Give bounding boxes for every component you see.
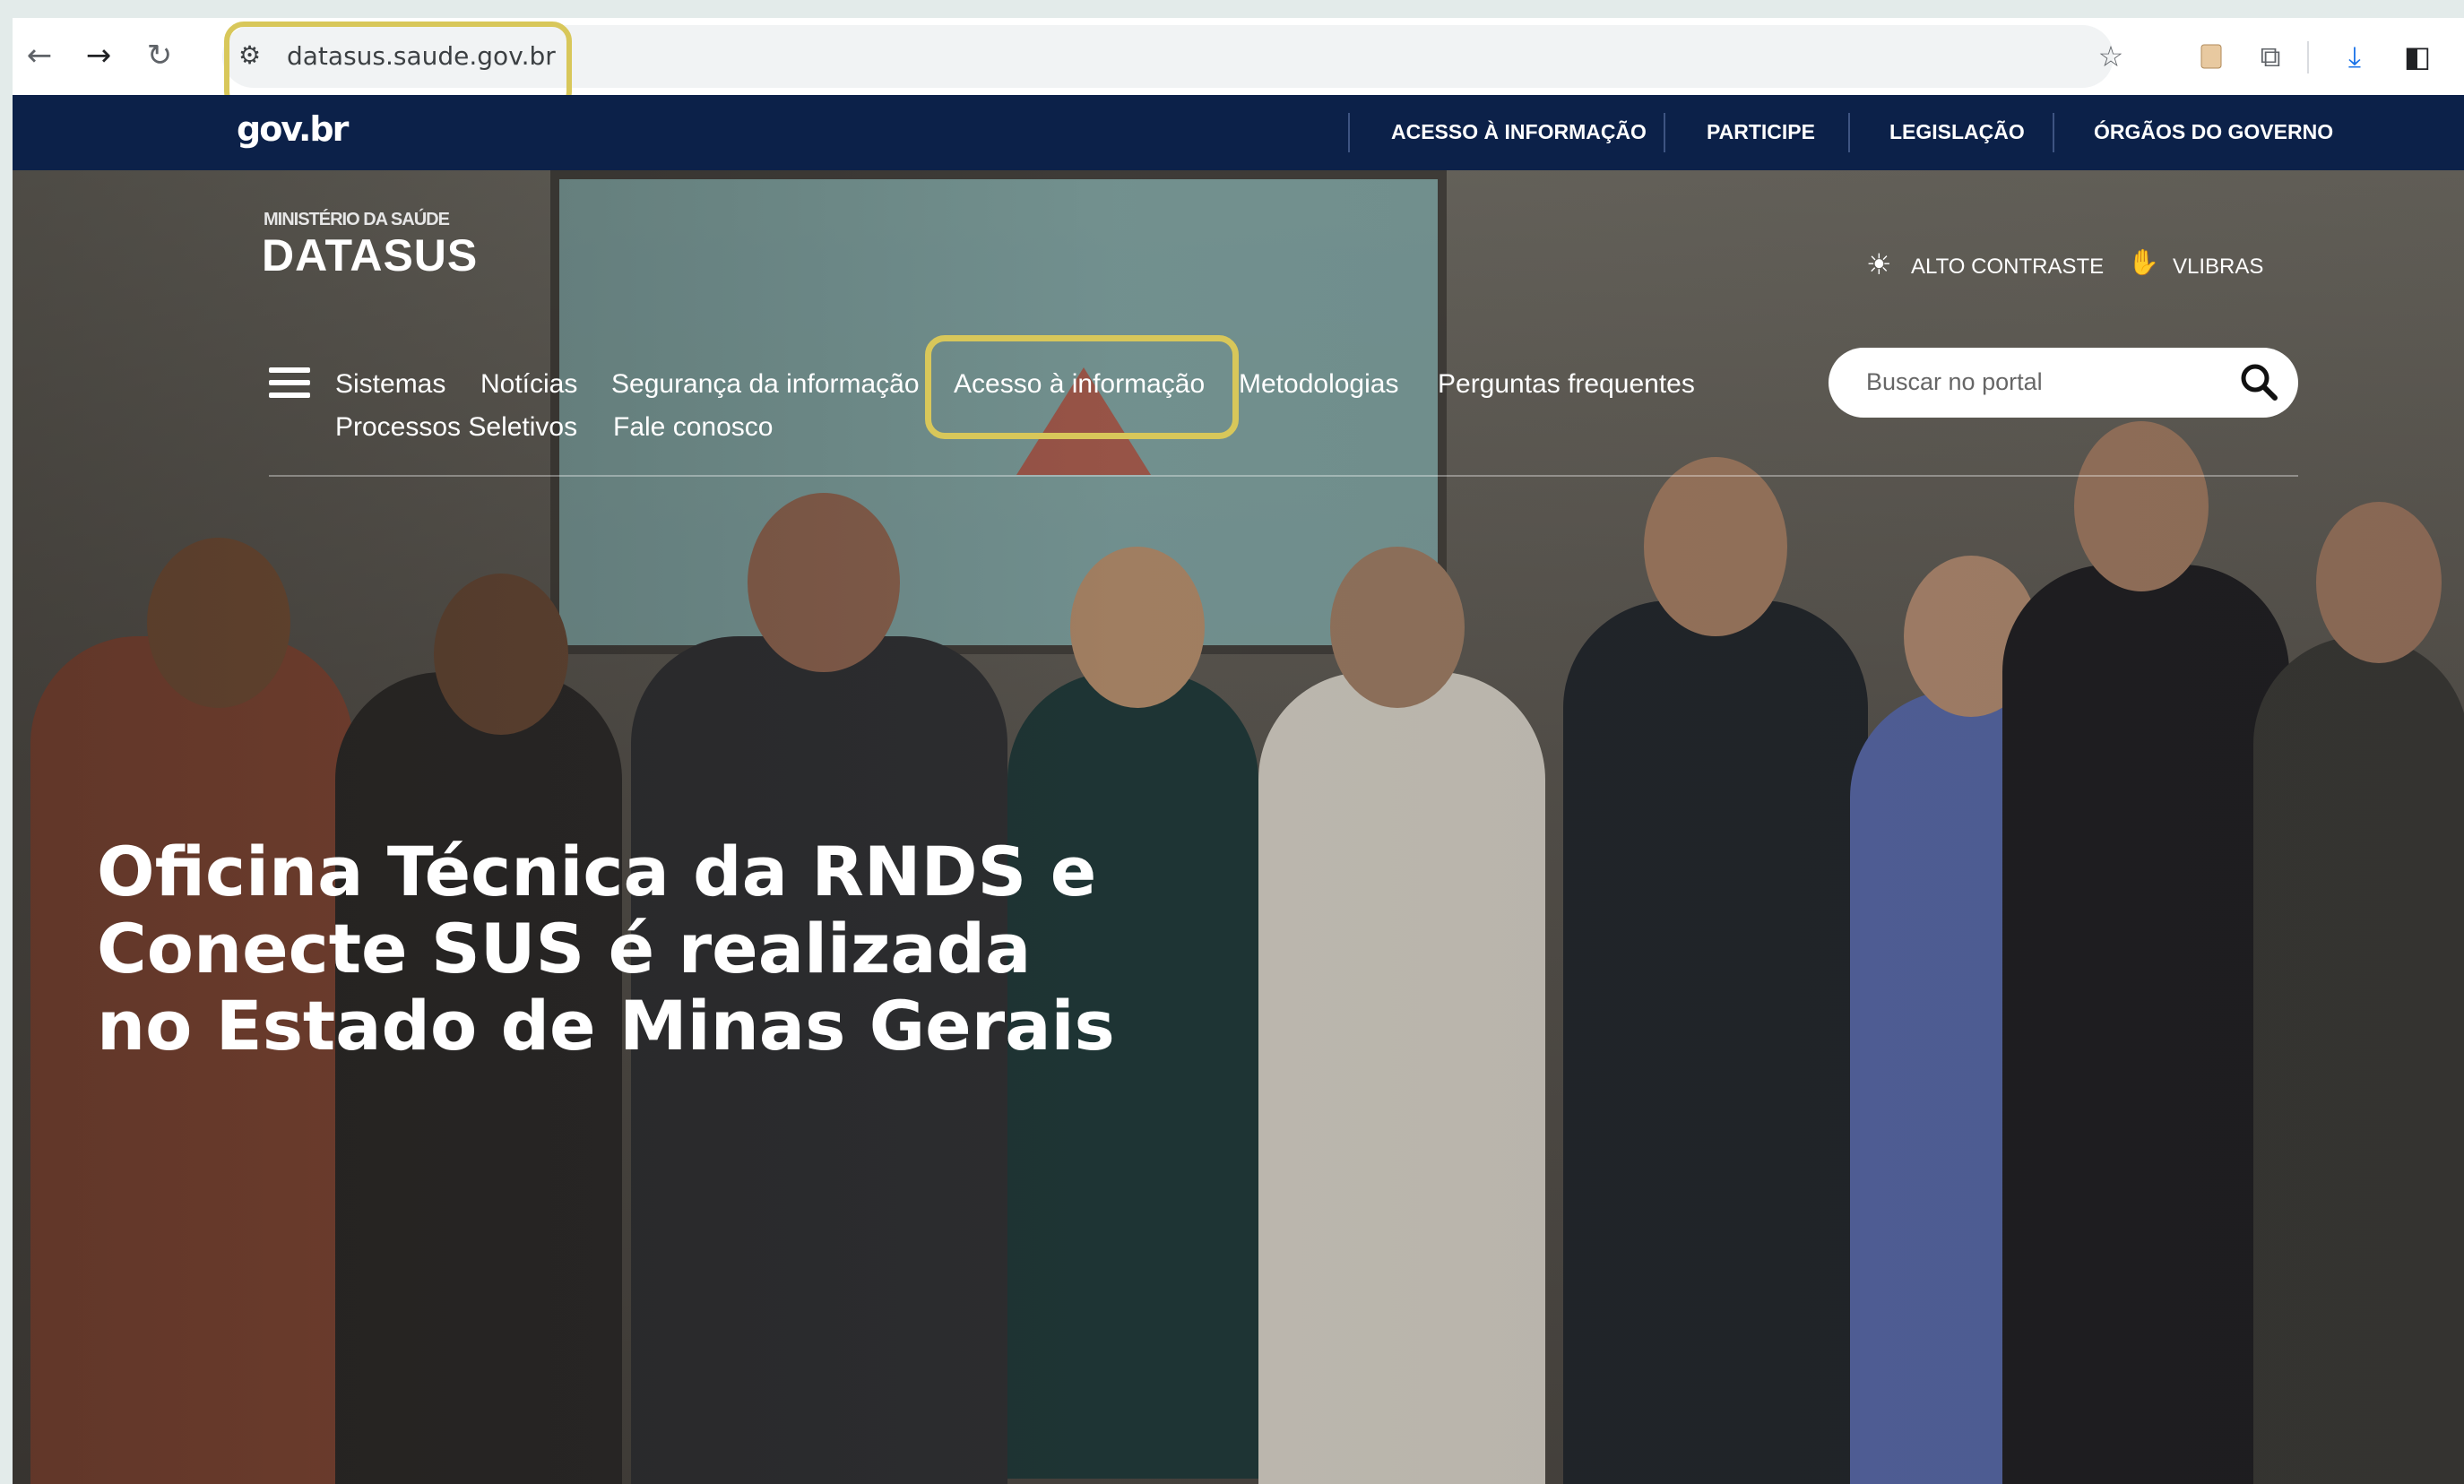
ministry-label: MINISTÉRIO DA SAÚDE xyxy=(264,210,450,229)
hero-headline[interactable]: Oficina Técnica da RNDS e Conecte SUS é … xyxy=(97,833,1137,1065)
govbar-separator xyxy=(1348,113,1350,152)
govbar-separator xyxy=(1664,113,1665,152)
govbar-link-acesso[interactable]: ACESSO À INFORMAÇÃO xyxy=(1391,120,1647,144)
govbar-link-legislacao[interactable]: LEGISLAÇÃO xyxy=(1889,120,2025,144)
contrast-icon[interactable]: ☀ xyxy=(1866,247,1892,281)
govbar-link-orgaos[interactable]: ÓRGÃOS DO GOVERNO xyxy=(2094,120,2333,144)
back-icon[interactable]: ← xyxy=(18,34,61,77)
bookmark-star-icon[interactable]: ☆ xyxy=(2090,36,2131,77)
govbr-logo[interactable]: gov.br xyxy=(237,109,349,149)
extension-avatar-icon[interactable] xyxy=(2191,36,2232,77)
govbar-separator xyxy=(2053,113,2054,152)
high-contrast-link[interactable]: ALTO CONTRASTE xyxy=(1911,255,2104,280)
menu-highlight-box xyxy=(925,335,1239,439)
menu-item-seguranca[interactable]: Segurança da informação xyxy=(611,369,920,400)
govbar-separator xyxy=(1848,113,1850,152)
browser-toolbar: ← → ↻ ⚙ datasus.saude.gov.br ☆ ⧉ ⤓ ◧ xyxy=(13,18,2464,111)
extensions-puzzle-icon[interactable]: ⧉ xyxy=(2250,36,2291,77)
search-box[interactable] xyxy=(1829,348,2298,418)
menu-item-noticias[interactable]: Notícias xyxy=(480,369,577,400)
extension-badge-icon xyxy=(2200,44,2222,69)
govbr-bar: gov.br ACESSO À INFORMAÇÃO PARTICIPE LEG… xyxy=(13,95,2464,170)
vlibras-link[interactable]: VLIBRAS xyxy=(2173,255,2263,280)
menu-item-metodologias[interactable]: Metodologias xyxy=(1239,369,1398,400)
menu-item-perguntas[interactable]: Perguntas frequentes xyxy=(1438,369,1695,400)
toolbar-separator xyxy=(2307,41,2309,73)
side-panel-icon[interactable]: ◧ xyxy=(2397,36,2438,77)
header-divider xyxy=(269,475,2298,477)
search-icon[interactable] xyxy=(2237,360,2280,403)
datasus-logo[interactable]: DATASUS xyxy=(262,229,478,281)
search-input[interactable] xyxy=(1864,367,2226,397)
download-icon[interactable]: ⤓ xyxy=(2334,36,2375,77)
hamburger-menu-icon[interactable] xyxy=(269,367,310,401)
menu-item-fale-conosco[interactable]: Fale conosco xyxy=(613,412,773,443)
menu-item-sistemas[interactable]: Sistemas xyxy=(335,369,445,400)
govbar-link-participe[interactable]: PARTICIPE xyxy=(1707,120,1815,144)
forward-icon[interactable]: → xyxy=(77,34,120,77)
menu-item-processos[interactable]: Processos Seletivos xyxy=(335,412,577,443)
vlibras-hand-icon[interactable]: ✋ xyxy=(2128,247,2159,277)
page-viewport: gov.br ACESSO À INFORMAÇÃO PARTICIPE LEG… xyxy=(13,95,2464,1484)
reload-icon[interactable]: ↻ xyxy=(138,34,181,77)
